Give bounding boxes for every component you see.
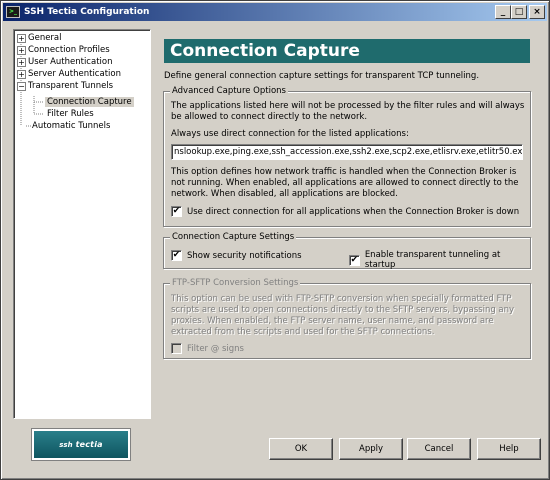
ok-button[interactable]: OK	[269, 438, 333, 460]
expand-icon[interactable]: +	[17, 58, 26, 67]
advanced-capture-group: Advanced Capture Options The application…	[163, 85, 531, 227]
tree-item-label: General	[28, 33, 62, 43]
window-controls: _ □ ×	[495, 5, 545, 19]
tree-item-label: Connection Profiles	[28, 45, 110, 55]
help-button[interactable]: Help	[477, 438, 541, 460]
broker-info-text: This option defines how network traffic …	[171, 167, 519, 199]
expand-icon[interactable]: +	[17, 46, 26, 55]
logo-product-text: tectia	[75, 440, 103, 449]
filter-at-signs-checkbox[interactable]: Filter @ signs	[171, 343, 244, 354]
checkbox-box[interactable]: ✔	[171, 206, 182, 217]
tree-item-label: Connection Capture	[45, 97, 134, 107]
tree-item-connection-profiles[interactable]: + Connection Profiles	[17, 44, 110, 56]
minimize-button[interactable]: _	[495, 5, 511, 19]
advanced-info-text: The applications listed here will not be…	[171, 101, 525, 122]
tree-item-user-authentication[interactable]: + User Authentication	[17, 56, 112, 68]
tree-item-automatic-tunnels[interactable]: Automatic Tunnels	[32, 120, 110, 132]
tree-item-filter-rules[interactable]: Filter Rules	[47, 108, 94, 120]
expand-icon[interactable]: +	[17, 34, 26, 43]
tunneling-at-startup-checkbox[interactable]: ✔ Enable transparent tunneling at startu…	[349, 250, 530, 270]
security-notifications-checkbox[interactable]: ✔ Show security notifications	[171, 250, 302, 261]
apps-list-label: Always use direct connection for the lis…	[171, 129, 409, 139]
capture-settings-group: Connection Capture Settings ✔ Show secur…	[163, 231, 531, 270]
checkbox-label: Filter @ signs	[187, 343, 244, 354]
expand-icon[interactable]: +	[17, 70, 26, 79]
collapse-icon[interactable]: −	[17, 82, 26, 91]
tectia-logo: ssh tectia	[31, 428, 131, 461]
config-window: >_ SSH Tectia Configuration _ □ × + Gener…	[0, 0, 550, 480]
tree-item-general[interactable]: + General	[17, 32, 62, 44]
close-button[interactable]: ×	[529, 5, 545, 19]
ftp-info-text: This option can be used with FTP-SFTP co…	[171, 294, 515, 337]
tree-item-label: User Authentication	[28, 57, 113, 67]
page-title: Connection Capture	[164, 39, 530, 63]
checkbox-label: Show security notifications	[187, 250, 302, 261]
checkbox-box[interactable]	[171, 343, 182, 354]
window-title: SSH Tectia Configuration	[24, 7, 150, 17]
checkbox-box[interactable]: ✔	[171, 250, 182, 261]
terminal-icon: >_	[6, 6, 20, 18]
direct-connection-checkbox[interactable]: ✔ Use direct connection for all applicat…	[171, 206, 519, 217]
tree-item-transparent-tunnels[interactable]: − Transparent Tunnels	[17, 80, 113, 92]
tree-item-server-authentication[interactable]: + Server Authentication	[17, 68, 121, 80]
ftp-sftp-group: FTP-SFTP Conversion Settings This option…	[163, 277, 531, 359]
logo-badge: ssh tectia	[34, 431, 128, 458]
direct-apps-input[interactable]: nslookup.exe,ping.exe,ssh_accession.exe,…	[171, 144, 523, 160]
cancel-button[interactable]: Cancel	[407, 438, 471, 460]
title-bar[interactable]: >_ SSH Tectia Configuration _ □ ×	[3, 3, 547, 21]
group-title: Connection Capture Settings	[170, 231, 297, 243]
apply-button[interactable]: Apply	[339, 438, 403, 460]
tree-item-label: Transparent Tunnels	[28, 81, 114, 91]
settings-tree[interactable]: + General + Connection Profiles + User Auth…	[13, 29, 151, 419]
group-title: Advanced Capture Options	[170, 85, 288, 97]
checkbox-label: Use direct connection for all applicatio…	[187, 206, 520, 217]
checkbox-label: Enable transparent tunneling at startup	[364, 250, 501, 270]
tree-item-label: Filter Rules	[47, 109, 94, 119]
page-description: Define general connection capture settin…	[164, 71, 480, 81]
tree-item-label: Server Authentication	[28, 69, 121, 79]
tree-item-label: Automatic Tunnels	[32, 121, 111, 131]
tree-item-connection-capture[interactable]: Connection Capture	[45, 96, 134, 108]
logo-ssh-text: ssh	[59, 440, 73, 449]
maximize-button[interactable]: □	[511, 5, 527, 19]
checkbox-box[interactable]: ✔	[349, 254, 360, 266]
group-title: FTP-SFTP Conversion Settings	[170, 277, 301, 289]
